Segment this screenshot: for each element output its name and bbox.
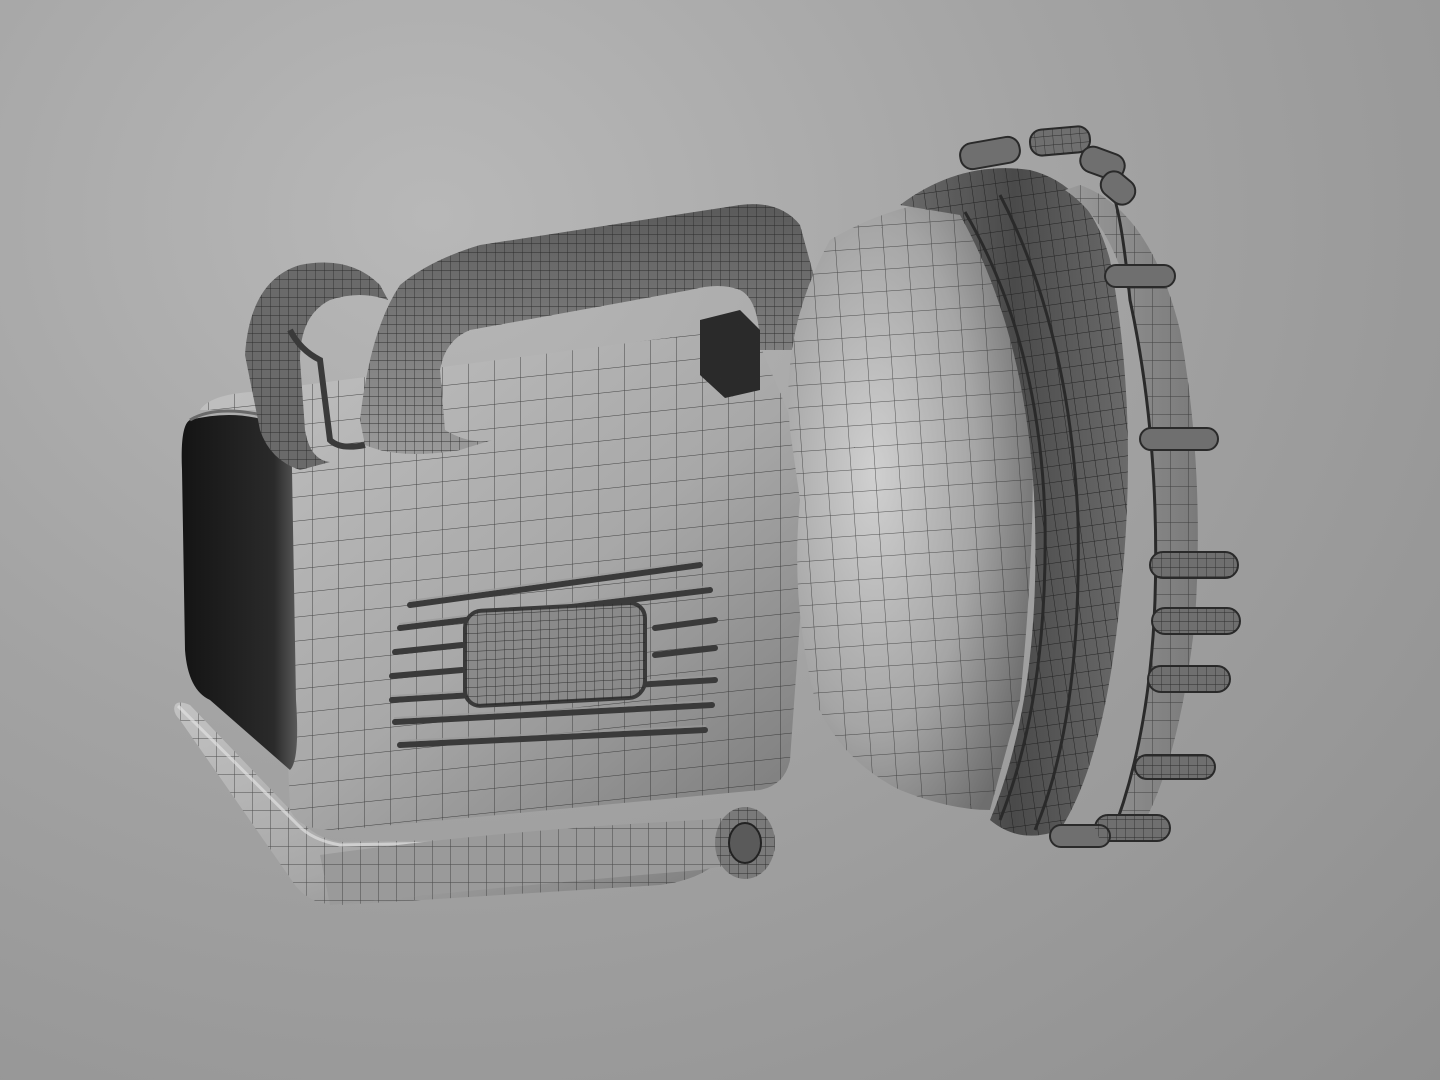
wireframe-render — [174, 125, 1241, 905]
render-viewport — [0, 0, 1440, 1080]
vent-panel — [463, 601, 647, 708]
